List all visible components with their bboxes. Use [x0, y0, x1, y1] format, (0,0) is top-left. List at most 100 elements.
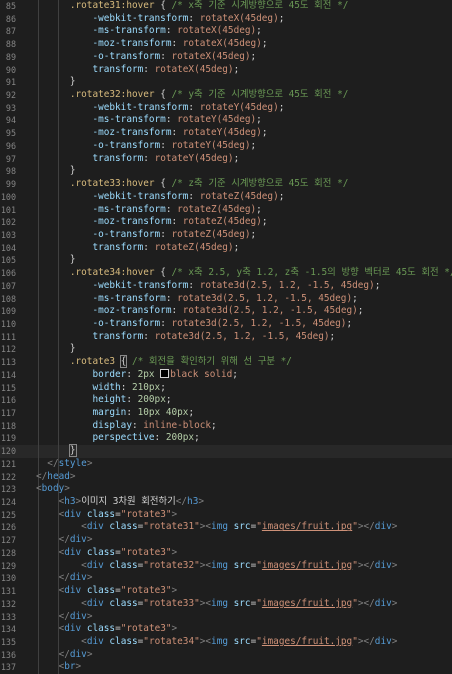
code-line[interactable]: 127 </div> [0, 534, 452, 547]
code-line[interactable]: 88 -moz-transform: rotateX(45deg); [0, 38, 452, 51]
code-line[interactable]: 113 .rotate3 { /* 회전을 확인하기 위해 선 구분 */ [0, 355, 452, 369]
code-line[interactable]: 98 } [0, 165, 452, 179]
code-line[interactable]: 94 -ms-transform: rotateY(45deg); [0, 114, 452, 128]
code-line[interactable]: 111 transform: rotate3d(2.5, 1.2, -1.5, … [0, 330, 452, 344]
code-line[interactable]: 117 margin: 10px 40px; [0, 407, 452, 420]
code-line[interactable]: 125 <div class="rotate3"> [0, 508, 452, 522]
token-prop: -ms-transform [92, 25, 166, 37]
token-attr: class [86, 546, 116, 558]
code-line[interactable]: 101 -ms-transform: rotateZ(45deg); [0, 203, 452, 217]
code-line[interactable]: 104 transform: rotateZ(45deg); [0, 241, 452, 255]
code-line[interactable]: 137 <br> [0, 661, 452, 674]
token-brk: > [391, 635, 398, 647]
token-tag: style [58, 457, 87, 469]
code-line[interactable]: 133 </div> [0, 610, 452, 624]
token-str: "rotate3" [120, 585, 172, 597]
code-line[interactable]: 91 } [0, 76, 452, 90]
line-number: 101 [0, 204, 16, 215]
code-line[interactable]: 96 -o-transform: rotateY(45deg); [0, 139, 452, 153]
code-line[interactable]: 106 .rotate34:hover { /* x축 2.5, y축 1.2,… [0, 267, 452, 280]
token-brk: ></ [357, 597, 375, 609]
code-line[interactable]: 110 -o-transform: rotate3d(2.5, 1.2, -1.… [0, 317, 452, 331]
code-line[interactable]: 124 <h3>이미지 3차원 회전하기</h3> [0, 496, 452, 509]
code-line[interactable]: 95 -moz-transform: rotateY(45deg); [0, 127, 452, 140]
token-brk: </ [58, 572, 70, 584]
code-line[interactable]: 132 <div class="rotate33"><img src="imag… [0, 597, 452, 611]
line-number: 123 [0, 484, 16, 495]
token-punc: : [154, 432, 166, 444]
code-text: <div class="rotate3"> [36, 585, 178, 598]
code-line[interactable]: 116 height: 200px; [0, 394, 452, 407]
code-line[interactable]: 93 -webkit-transform: rotateY(45deg); [0, 101, 452, 115]
line-number: 127 [0, 535, 16, 546]
token-punc: { [154, 178, 172, 190]
code-line[interactable]: 103 -o-transform: rotateZ(45deg); [0, 228, 452, 242]
token-tag: div [64, 623, 82, 635]
token-prop: transform [92, 330, 144, 342]
code-editor[interactable]: 85 .rotate31:hover { /* x축 기준 시계방향으로 45도… [0, 0, 452, 674]
token-punc: : [120, 381, 132, 393]
token-tag: h3 [64, 496, 76, 508]
code-line[interactable]: 129 <div class="rotate32"><img src="imag… [0, 559, 452, 573]
code-line[interactable]: 134 <div class="rotate3"> [0, 623, 452, 636]
code-line[interactable]: 107 -webkit-transform: rotate3d(2.5, 1.2… [0, 279, 452, 293]
code-line[interactable]: 135 <div class="rotate34"><img src="imag… [0, 635, 452, 649]
code-line[interactable]: 118 display: inline-block; [0, 419, 452, 433]
code-line[interactable]: 86 -webkit-transform: rotateX(45deg); [0, 12, 452, 26]
code-line[interactable]: 112 } [0, 343, 452, 357]
token-prop: -ms-transform [92, 203, 166, 215]
token-tag: div [64, 508, 82, 520]
code-line[interactable]: 115 width: 210px; [0, 381, 452, 395]
code-line[interactable]: 130 </div> [0, 572, 452, 586]
code-line[interactable]: 100 -webkit-transform: rotateZ(45deg); [0, 190, 452, 204]
code-line[interactable]: 85 .rotate31:hover { /* x축 기준 시계방향으로 45도… [0, 0, 452, 13]
token-num: 210px [131, 381, 161, 393]
code-line[interactable]: 102 -moz-transform: rotateZ(45deg); [0, 216, 452, 229]
token-punc: } [69, 76, 76, 88]
token-brk: > [64, 483, 70, 495]
code-line[interactable]: 114 border: 2px black solid; [0, 368, 452, 382]
token-tag: div [86, 559, 104, 571]
code-line[interactable]: 123 <body> [0, 483, 452, 497]
token-tag: div [64, 585, 82, 597]
code-line[interactable]: 89 -o-transform: rotateX(45deg); [0, 50, 452, 64]
code-line[interactable]: 128 <div class="rotate3"> [0, 546, 452, 560]
code-line[interactable]: 109 -moz-transform: rotate3d(2.5, 1.2, -… [0, 305, 452, 318]
code-line[interactable]: 99 .rotate33:hover { /* z축 기준 시계방향으로 45도… [0, 178, 452, 191]
line-number: 106 [0, 268, 16, 279]
token-punc: ; [194, 432, 200, 444]
code-line[interactable]: 122 </head> [0, 470, 452, 484]
code-text: <h3>이미지 3차원 회전하기</h3> [36, 496, 204, 509]
code-line[interactable]: 97 transform: rotateY(45deg); [0, 152, 452, 166]
code-line[interactable]: 121 </style> [0, 457, 452, 471]
token-punc: : [160, 228, 172, 240]
code-text: <div class="rotate3"> [36, 546, 178, 560]
token-attr: class [109, 635, 138, 647]
line-number: 130 [0, 573, 16, 584]
token-brk: > [86, 457, 93, 469]
code-line[interactable]: 92 .rotate32:hover { /* y축 기준 시계방향으로 45도… [0, 89, 452, 102]
code-line[interactable]: 108 -ms-transform: rotate3d(2.5, 1.2, -1… [0, 292, 452, 306]
code-line[interactable]: 105 } [0, 254, 452, 268]
code-line[interactable]: 119 perspective: 200px; [0, 432, 452, 446]
code-line[interactable]: 131 <div class="rotate3"> [0, 585, 452, 598]
code-line[interactable]: 87 -ms-transform: rotateX(45deg); [0, 25, 452, 39]
token-prop: perspective [92, 432, 155, 444]
code-line[interactable]: 126 <div class="rotate31"><img src="imag… [0, 521, 452, 535]
token-punc: ; [329, 330, 336, 342]
token-tag: div [86, 597, 104, 609]
color-swatch-icon[interactable] [160, 368, 170, 378]
code-line[interactable]: 136 </div> [0, 648, 452, 662]
code-line[interactable]: 120 } [0, 444, 452, 458]
token-tag: img [211, 597, 228, 609]
line-number: 85 [5, 1, 16, 11]
code-line[interactable]: 90 transform: rotateX(45deg); [0, 63, 452, 77]
token-punc: : [143, 241, 155, 253]
token-punc: : [165, 203, 178, 215]
